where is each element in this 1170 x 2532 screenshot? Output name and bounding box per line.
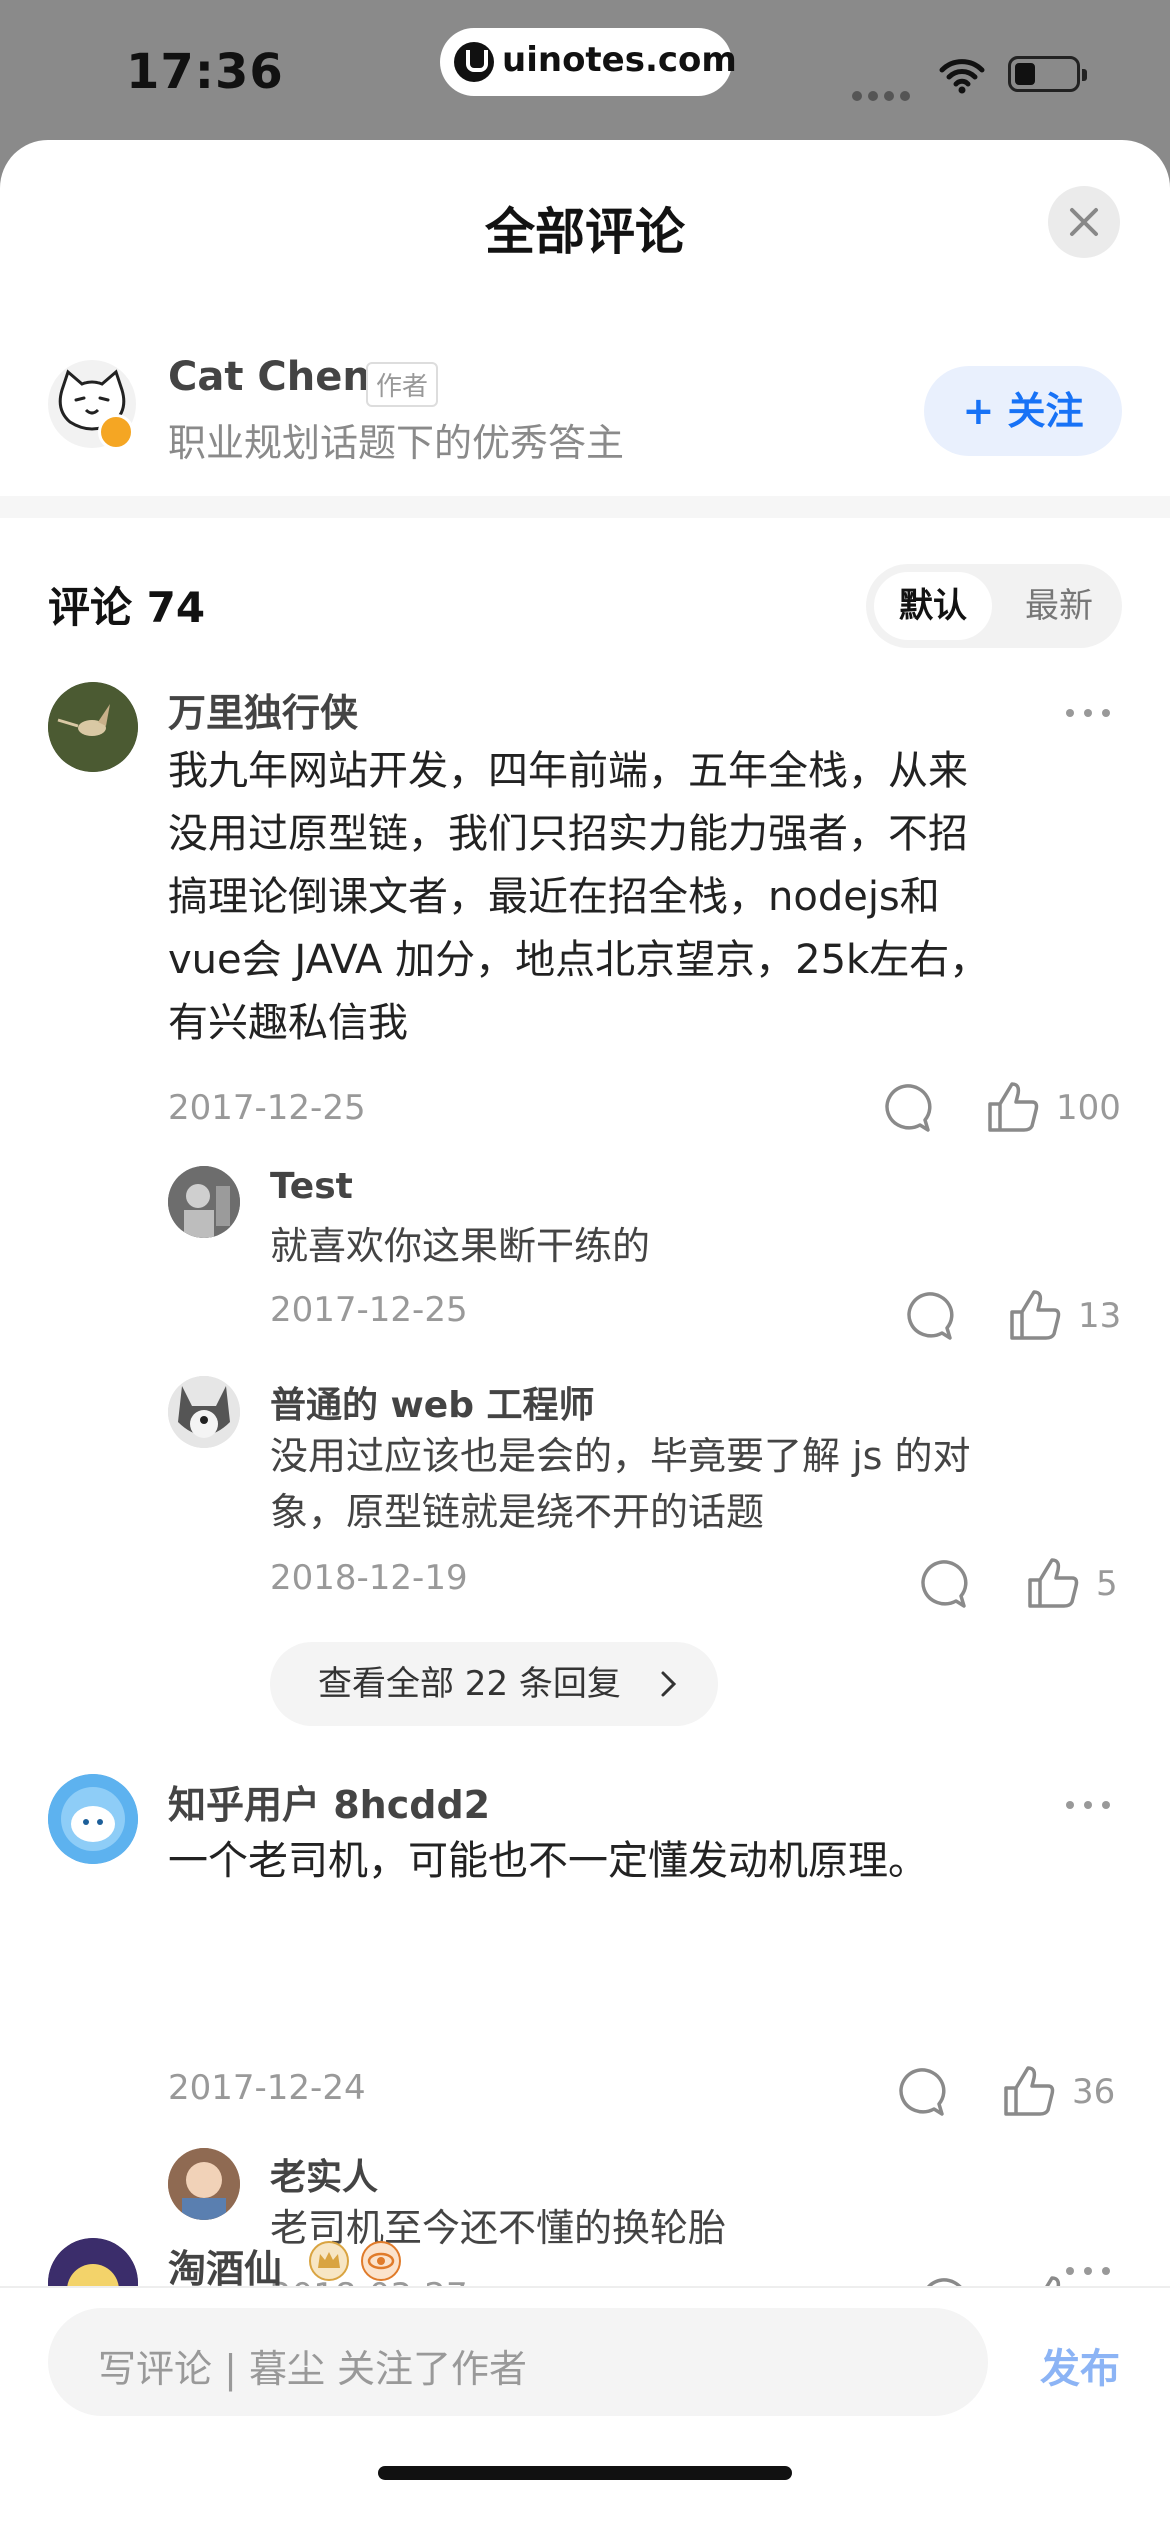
comment-input[interactable]: 写评论 | 暮尘 关注了作者 bbox=[48, 2308, 988, 2416]
husky-avatar-icon bbox=[168, 1376, 240, 1448]
close-button[interactable] bbox=[1048, 186, 1120, 258]
photo-avatar-icon bbox=[168, 1166, 240, 1238]
battery-icon bbox=[1008, 56, 1087, 92]
site-pill: uinotes.com bbox=[440, 28, 737, 96]
comment-date: 2017-12-25 bbox=[168, 1088, 366, 1128]
author-tag: 作者 bbox=[366, 362, 439, 407]
comment-input-placeholder: 写评论 | 暮尘 关注了作者 bbox=[98, 2347, 528, 2391]
comment-author[interactable]: 淘酒仙 bbox=[168, 2238, 282, 2293]
comments-count: 评论 74 bbox=[48, 583, 206, 632]
status-bar: 17:36 uinotes.com bbox=[0, 0, 1170, 140]
close-icon bbox=[1070, 208, 1098, 236]
status-time: 17:36 bbox=[126, 44, 284, 100]
site-url: uinotes.com bbox=[502, 40, 737, 80]
author-description: 职业规划话题下的优秀答主 bbox=[168, 421, 625, 465]
reply-author[interactable]: Test bbox=[270, 1166, 353, 1207]
comments-header: 评论 74 默认 最新 bbox=[0, 518, 1170, 648]
hummingbird-avatar-icon bbox=[48, 682, 138, 772]
bottom-comment-bar: 写评论 | 暮尘 关注了作者 发布 bbox=[0, 2286, 1170, 2532]
like-icon[interactable] bbox=[1002, 2064, 1056, 2118]
more-icon[interactable] bbox=[1066, 702, 1122, 717]
sort-latest-tab[interactable]: 最新 bbox=[1004, 572, 1114, 640]
like-icon[interactable] bbox=[1026, 1556, 1080, 1610]
sheet-title: 全部评论 bbox=[485, 203, 685, 261]
reply-icon[interactable] bbox=[880, 1082, 932, 1134]
site-logo-icon bbox=[454, 42, 494, 82]
more-icon[interactable] bbox=[1066, 1794, 1122, 1809]
signal-icon bbox=[852, 86, 916, 105]
reply-date: 2018-12-19 bbox=[270, 1558, 468, 1598]
reply-icon[interactable] bbox=[894, 2066, 946, 2118]
like-icon[interactable] bbox=[1008, 1288, 1062, 1342]
certified-badge-icon bbox=[98, 414, 134, 450]
follow-button[interactable]: + 关注 bbox=[924, 366, 1122, 456]
more-icon[interactable] bbox=[1066, 2260, 1122, 2275]
chevron-right-icon bbox=[661, 1671, 677, 1697]
avatar[interactable] bbox=[48, 1774, 138, 1864]
crown-badge-icon bbox=[309, 2241, 349, 2281]
like-count: 36 bbox=[1072, 2072, 1116, 2112]
reply-date: 2017-12-25 bbox=[270, 1290, 468, 1330]
avatar[interactable] bbox=[168, 1376, 240, 1448]
reply-author[interactable]: 普通的 web 工程师 bbox=[270, 1376, 595, 1428]
comment-text: 我九年网站开发，四年前端，五年全栈，从来 没用过原型链，我们只招实力能力强者，不… bbox=[168, 748, 990, 1046]
like-count: 100 bbox=[1056, 1088, 1121, 1128]
reply-text: 就喜欢你这果断干练的 bbox=[270, 1224, 651, 1268]
wifi-icon bbox=[939, 59, 985, 94]
sort-toggle: 默认 最新 bbox=[866, 564, 1122, 648]
reply-icon[interactable] bbox=[902, 1290, 954, 1342]
view-all-replies-label: 查看全部 22 条回复 bbox=[318, 1664, 621, 1704]
comment-author[interactable]: 知乎用户 8hcdd2 bbox=[168, 1774, 490, 1829]
author-name[interactable]: Cat Chen bbox=[168, 354, 371, 400]
author-row[interactable]: Cat Chen 作者 职业规划话题下的优秀答主 + 关注 bbox=[0, 330, 1170, 490]
sort-default-tab[interactable]: 默认 bbox=[874, 572, 992, 640]
view-all-replies-button[interactable]: 查看全部 22 条回复 bbox=[270, 1642, 718, 1726]
reply-text: 没用过应该也是会的，毕竟要了解 js 的对 象，原型链就是绕不开的话题 bbox=[270, 1434, 971, 1534]
comment-author[interactable]: 万里独行侠 bbox=[168, 682, 358, 737]
home-indicator bbox=[378, 2466, 792, 2480]
reply-icon[interactable] bbox=[916, 1558, 968, 1610]
comment-date: 2017-12-24 bbox=[168, 2068, 366, 2108]
avatar[interactable] bbox=[168, 1166, 240, 1238]
avatar[interactable] bbox=[48, 682, 138, 772]
eye-badge-icon bbox=[361, 2241, 401, 2281]
like-icon[interactable] bbox=[986, 1080, 1040, 1134]
comments-sheet: 全部评论 Cat Chen 作者 职业规划话题下的优秀答主 + 关注 评论 74… bbox=[0, 140, 1170, 2532]
comment-text: 一个老司机，可能也不一定懂发动机原理。 bbox=[168, 1838, 928, 1884]
like-count: 13 bbox=[1078, 1296, 1122, 1336]
avatar[interactable] bbox=[168, 2148, 240, 2220]
like-count: 5 bbox=[1096, 1564, 1118, 1604]
default-user-avatar-icon bbox=[48, 1774, 138, 1864]
section-divider bbox=[0, 496, 1170, 518]
baby-avatar-icon bbox=[168, 2148, 240, 2220]
reply-author[interactable]: 老实人 bbox=[270, 2148, 378, 2200]
publish-button[interactable]: 发布 bbox=[1040, 2336, 1120, 2394]
